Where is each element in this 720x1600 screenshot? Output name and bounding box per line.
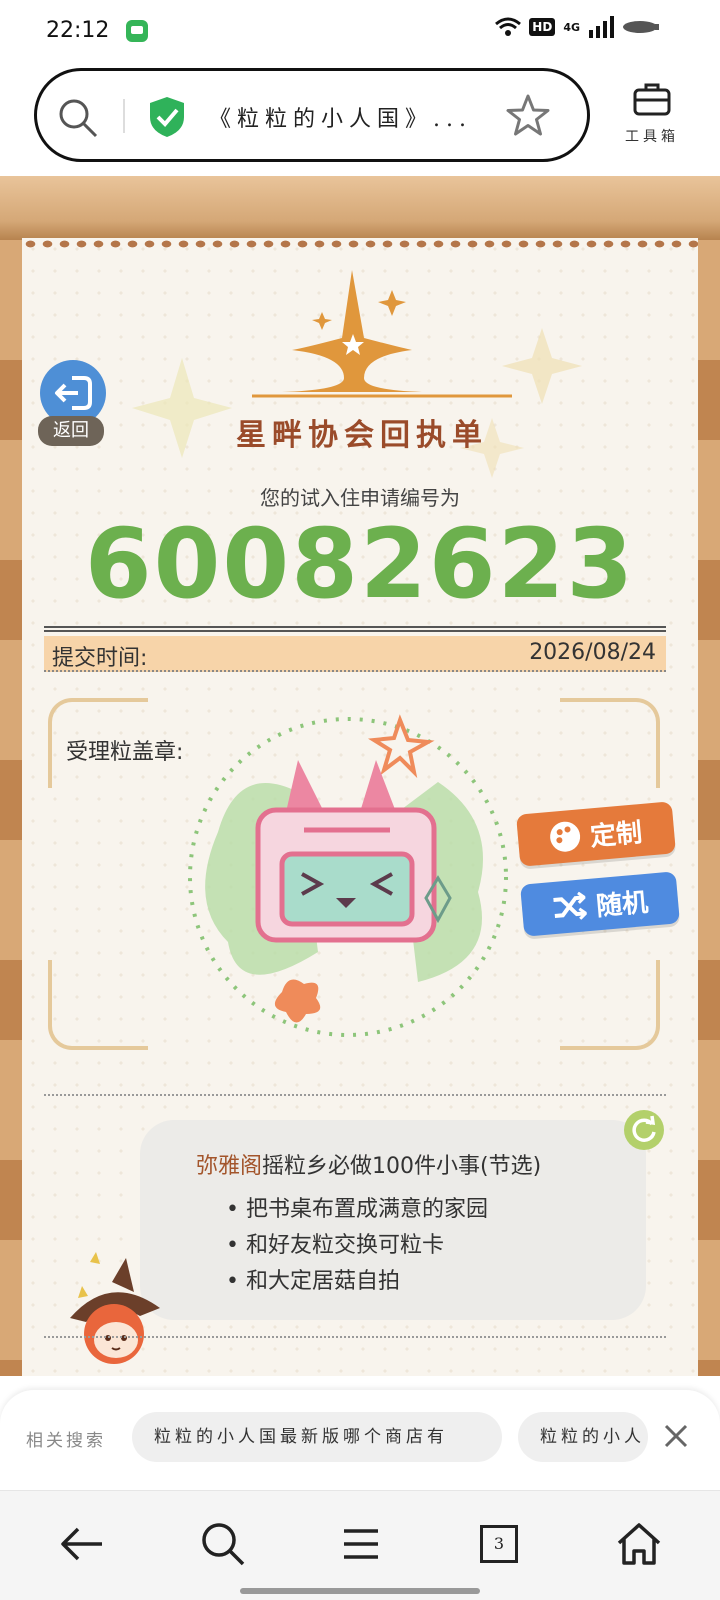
dotted-divider bbox=[44, 1094, 666, 1096]
search-icon[interactable] bbox=[57, 97, 99, 139]
tip-card: 弥雅阁摇粒乡必做100件小事(节选) 把书桌布置成满意的家园 和好友粒交换可粒卡… bbox=[140, 1120, 646, 1320]
frame-corner bbox=[560, 698, 660, 788]
related-search-panel: 相关搜索 粒粒的小人国最新版哪个商店有 粒粒的小人 bbox=[0, 1390, 720, 1490]
network-label: 4G bbox=[563, 20, 580, 34]
wood-side-left bbox=[0, 240, 22, 1376]
logo-title: 星畔协会回执单 bbox=[236, 418, 488, 453]
wood-shelf bbox=[0, 176, 720, 240]
address-divider bbox=[123, 99, 125, 133]
bottom-nav: 3 bbox=[0, 1490, 720, 1600]
random-button-label[interactable]: 随机 bbox=[594, 881, 649, 922]
list-item: 和好友粒交换可粒卡 bbox=[226, 1228, 488, 1264]
toolbox-label: 工具箱 bbox=[625, 129, 679, 145]
hd-badge: HD bbox=[529, 18, 556, 36]
tabs-button[interactable]: 3 bbox=[474, 1519, 524, 1569]
shield-check-icon bbox=[150, 97, 184, 137]
tip-title: 弥雅阁摇粒乡必做100件小事(节选) bbox=[196, 1148, 541, 1180]
exit-arrow-icon bbox=[55, 376, 92, 410]
toolbox-icon bbox=[633, 83, 671, 116]
status-time: 22:12 bbox=[46, 18, 110, 43]
stamp-label: 受理粒盖章: bbox=[66, 740, 184, 765]
tip-author: 弥雅阁 bbox=[196, 1154, 263, 1179]
back-arrow-icon[interactable] bbox=[58, 1519, 108, 1569]
double-rule bbox=[44, 626, 666, 632]
witch-mascot-icon bbox=[70, 1252, 160, 1364]
refresh-button[interactable] bbox=[624, 1110, 664, 1150]
dotted-divider bbox=[44, 1336, 666, 1338]
application-subtitle: 您的试入住申请编号为 bbox=[260, 486, 460, 510]
page-title[interactable]: 《粒粒的小人国》... bbox=[209, 101, 509, 133]
frame-corner bbox=[560, 960, 660, 1050]
tip-title-text: 摇粒乡必做100件小事(节选) bbox=[262, 1154, 542, 1179]
message-app-icon bbox=[126, 20, 148, 42]
frame-corner bbox=[48, 960, 148, 1050]
address-bar[interactable]: 《粒粒的小人国》... bbox=[34, 68, 590, 162]
palette-icon bbox=[548, 820, 582, 853]
status-icons: HD 4G bbox=[495, 16, 660, 38]
custom-button-label[interactable]: 定制 bbox=[588, 812, 643, 853]
submit-time-row: 提交时间: 2026/08/24 bbox=[44, 636, 666, 672]
wood-side-right bbox=[698, 240, 720, 1376]
search-icon[interactable] bbox=[198, 1519, 248, 1569]
home-icon[interactable] bbox=[614, 1519, 664, 1569]
stamp-area: 受理粒盖章: bbox=[48, 698, 660, 1050]
related-search-chip[interactable]: 粒粒的小人国最新版哪个商店有 bbox=[132, 1412, 502, 1462]
battery-icon bbox=[623, 21, 659, 33]
signal-icon bbox=[589, 16, 614, 38]
related-search-label: 相关搜索 bbox=[26, 1431, 106, 1451]
back-button[interactable]: 返回 bbox=[38, 360, 108, 450]
refresh-icon bbox=[632, 1115, 656, 1142]
cat-tv-stamp-icon bbox=[188, 714, 508, 1037]
wifi-icon bbox=[495, 17, 522, 36]
home-indicator[interactable] bbox=[240, 1588, 480, 1594]
submit-time-label: 提交时间: bbox=[52, 646, 148, 671]
list-item: 和大定居菇自拍 bbox=[226, 1264, 488, 1300]
toolbox-button[interactable]: 工具箱 bbox=[612, 82, 692, 146]
list-item: 把书桌布置成满意的家园 bbox=[226, 1192, 488, 1228]
starside-logo-icon bbox=[252, 270, 512, 398]
back-label[interactable]: 返回 bbox=[38, 416, 104, 446]
web-content: 星畔协会回执单 返回 您的试入住申请编号为 60082623 提交时间: 202… bbox=[0, 176, 720, 1376]
submit-date: 2026/08/24 bbox=[529, 640, 656, 665]
close-icon[interactable] bbox=[660, 1420, 692, 1452]
star-icon[interactable] bbox=[505, 93, 551, 139]
application-number: 60082623 bbox=[84, 508, 636, 620]
shuffle-icon bbox=[553, 891, 588, 920]
tab-count[interactable]: 3 bbox=[480, 1525, 518, 1563]
receipt-paper: 星畔协会回执单 返回 您的试入住申请编号为 60082623 提交时间: 202… bbox=[22, 238, 698, 1376]
related-search-chip[interactable]: 粒粒的小人 bbox=[518, 1412, 648, 1462]
paper-perforation bbox=[22, 238, 698, 250]
status-bar: 22:12 HD 4G bbox=[0, 0, 720, 64]
menu-icon[interactable] bbox=[336, 1519, 386, 1569]
tip-list: 把书桌布置成满意的家园 和好友粒交换可粒卡 和大定居菇自拍 bbox=[226, 1192, 488, 1300]
